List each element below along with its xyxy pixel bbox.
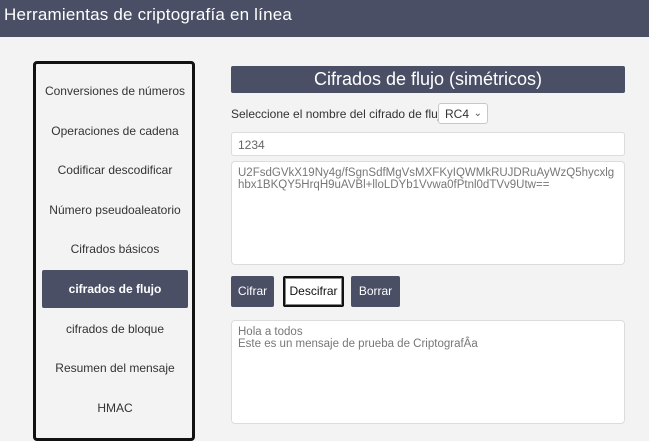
cipher-select-label: Seleccione el nombre del cifrado de fluj…	[231, 107, 448, 121]
sidebar-item-basic-ciphers[interactable]: Cifrados básicos	[42, 230, 188, 268]
key-input[interactable]: 1234	[231, 132, 625, 156]
ciphertext-textarea[interactable]: U2FsdGVkX19Ny4g/fSgnSdfMgVsMXFKyIQWMkRUJ…	[231, 161, 625, 265]
chevron-down-icon: ⌄	[473, 108, 482, 119]
plaintext-textarea[interactable]: Hola a todos Este es un mensaje de prueb…	[231, 320, 625, 424]
sidebar-item-stream-ciphers[interactable]: cifrados de flujo	[42, 270, 188, 308]
sidebar-item-block-ciphers[interactable]: cifrados de bloque	[42, 310, 188, 348]
sidebar-item-hmac[interactable]: HMAC	[42, 389, 188, 427]
sidebar-item-encode-decode[interactable]: Codificar descodificar	[42, 151, 188, 189]
sidebar: Conversiones de números Operaciones de c…	[33, 61, 195, 441]
clear-button[interactable]: Borrar	[351, 276, 400, 307]
sidebar-item-pseudorandom-number[interactable]: Número pseudoaleatorio	[42, 191, 188, 229]
app-title: Herramientas de criptografía en línea	[4, 5, 293, 24]
decrypt-button[interactable]: Descifrar	[283, 276, 344, 307]
sidebar-item-message-digest[interactable]: Resumen del mensaje	[42, 349, 188, 387]
cipher-select[interactable]: RC4 ⌄	[438, 103, 488, 124]
sidebar-item-number-conversions[interactable]: Conversiones de números	[42, 72, 188, 110]
page-title: Cifrados de flujo (simétricos)	[231, 66, 625, 93]
cipher-select-value: RC4	[445, 107, 470, 121]
encrypt-button[interactable]: Cifrar	[231, 276, 274, 307]
sidebar-item-string-operations[interactable]: Operaciones de cadena	[42, 112, 188, 150]
app-header: Herramientas de criptografía en línea	[0, 0, 649, 37]
